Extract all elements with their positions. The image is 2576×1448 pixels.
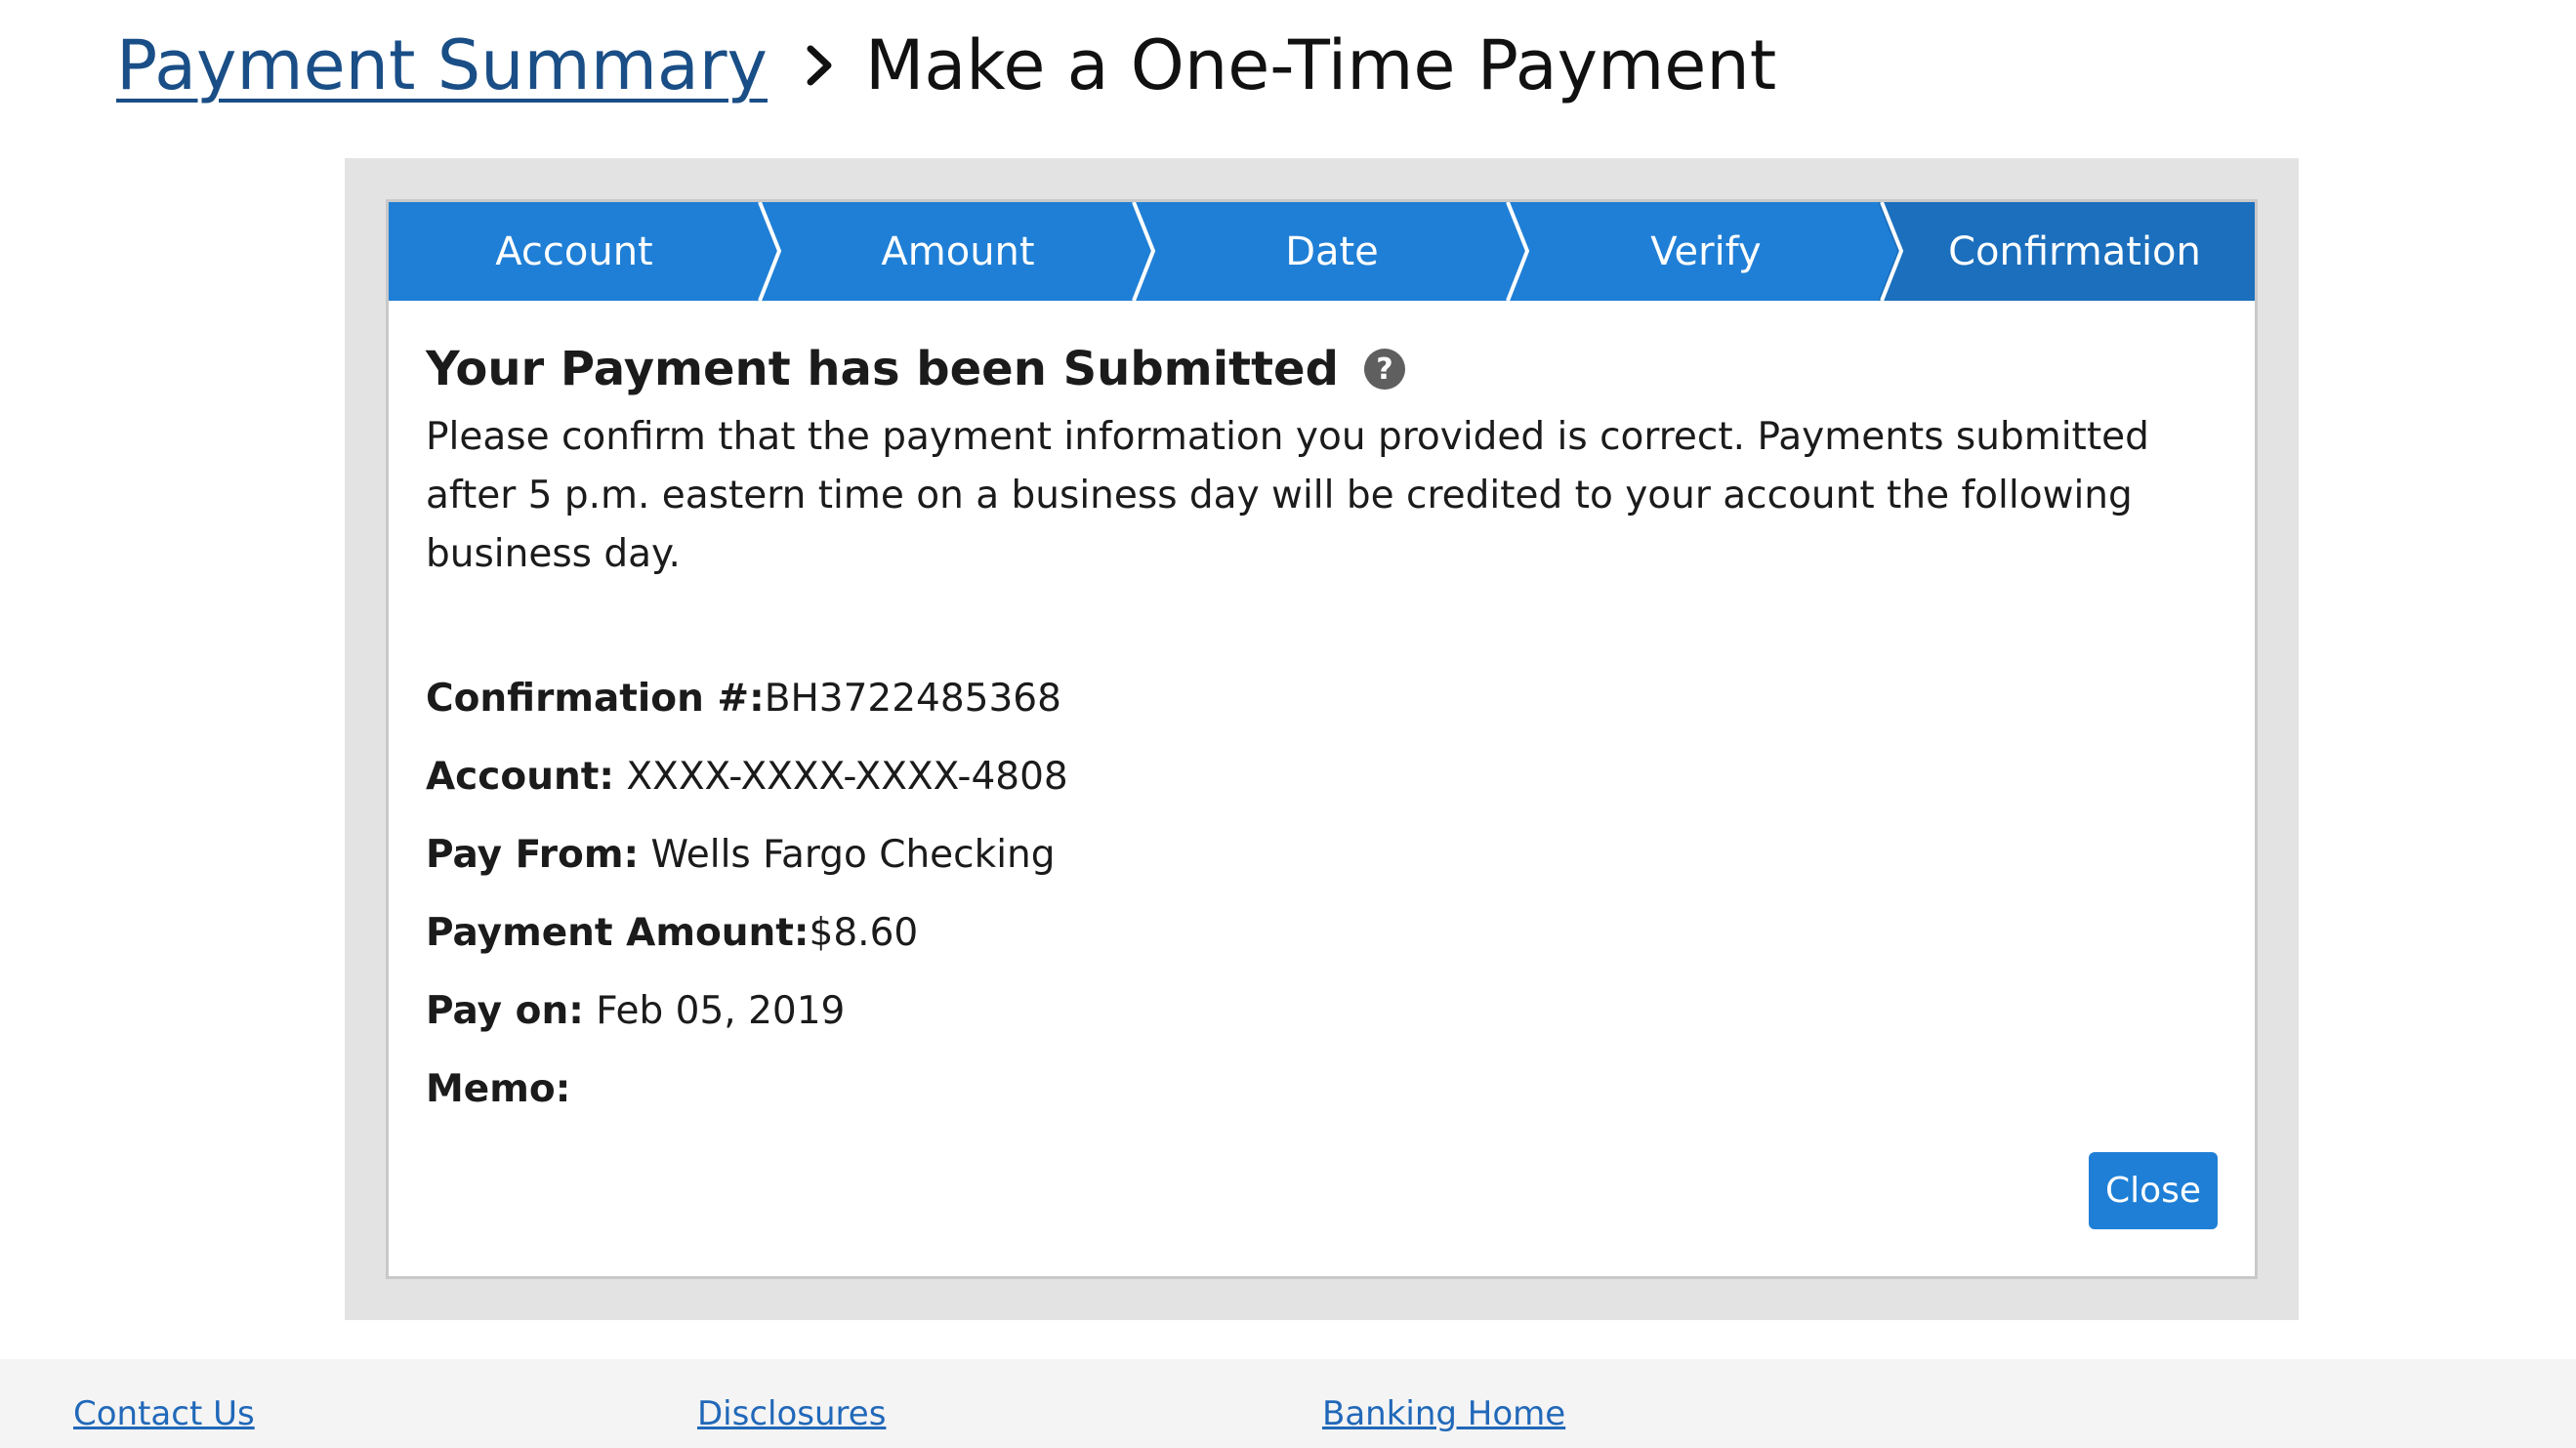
title-row: Your Payment has been Submitted ? xyxy=(426,340,2218,398)
detail-label: Payment Amount: xyxy=(426,911,810,955)
page: Payment Summary Make a One-Time Payment xyxy=(0,0,2576,1448)
footer-banking-home-link[interactable]: Banking Home xyxy=(1322,1394,1565,1433)
step-account[interactable]: Account xyxy=(389,202,760,301)
detail-label: Pay on: xyxy=(426,989,584,1033)
detail-account: Account: XXXX-XXXX-XXXX-4808 xyxy=(426,738,2218,816)
step-confirmation[interactable]: Confirmation xyxy=(1894,202,2255,301)
detail-pay-from: Pay From: Wells Fargo Checking xyxy=(426,816,2218,894)
help-icon[interactable]: ? xyxy=(1363,349,1405,390)
detail-value: XXXX-XXXX-XXXX-4808 xyxy=(613,755,1068,799)
detail-memo: Memo: xyxy=(426,1051,2218,1129)
step-date[interactable]: Date xyxy=(1146,202,1517,301)
detail-label: Confirmation #: xyxy=(426,677,765,721)
confirmation-content: Your Payment has been Submitted ? Please… xyxy=(426,301,2218,1129)
detail-payment-amount: Payment Amount:$8.60 xyxy=(426,894,2218,972)
detail-value: BH3722485368 xyxy=(764,677,1061,721)
footer: Contact Us Disclosures Banking Home xyxy=(0,1359,2576,1448)
detail-label: Memo: xyxy=(426,1067,571,1111)
step-verify[interactable]: Verify xyxy=(1520,202,1891,301)
detail-label: Pay From: xyxy=(426,833,640,877)
progress-stepper: Account Amount Date Verify Confirmation xyxy=(389,202,2255,301)
close-button[interactable]: Close xyxy=(2089,1152,2218,1229)
confirmation-card: Account Amount Date Verify Confirmation … xyxy=(386,199,2258,1279)
page-title: Make a One-Time Payment xyxy=(864,25,1777,105)
detail-label: Account: xyxy=(426,755,614,799)
step-amount[interactable]: Amount xyxy=(772,202,1143,301)
detail-pay-on: Pay on: Feb 05, 2019 xyxy=(426,972,2218,1051)
detail-value: Wells Fargo Checking xyxy=(639,833,1056,877)
footer-contact-us-link[interactable]: Contact Us xyxy=(73,1394,255,1433)
breadcrumb: Payment Summary Make a One-Time Payment xyxy=(116,21,1776,109)
breadcrumb-payment-summary-link[interactable]: Payment Summary xyxy=(116,31,768,100)
payment-details: Confirmation #:BH3722485368 Account: XXX… xyxy=(426,660,2218,1129)
footer-disclosures-link[interactable]: Disclosures xyxy=(697,1394,886,1433)
detail-confirmation-number: Confirmation #:BH3722485368 xyxy=(426,660,2218,738)
chevron-right-icon xyxy=(803,43,836,88)
detail-value: Feb 05, 2019 xyxy=(583,989,846,1033)
confirmation-intro: Please confirm that the payment informat… xyxy=(426,415,2149,576)
dialog-frame: Account Amount Date Verify Confirmation … xyxy=(345,158,2299,1320)
detail-value: $8.60 xyxy=(809,911,919,955)
confirmation-title: Your Payment has been Submitted xyxy=(426,342,1339,396)
